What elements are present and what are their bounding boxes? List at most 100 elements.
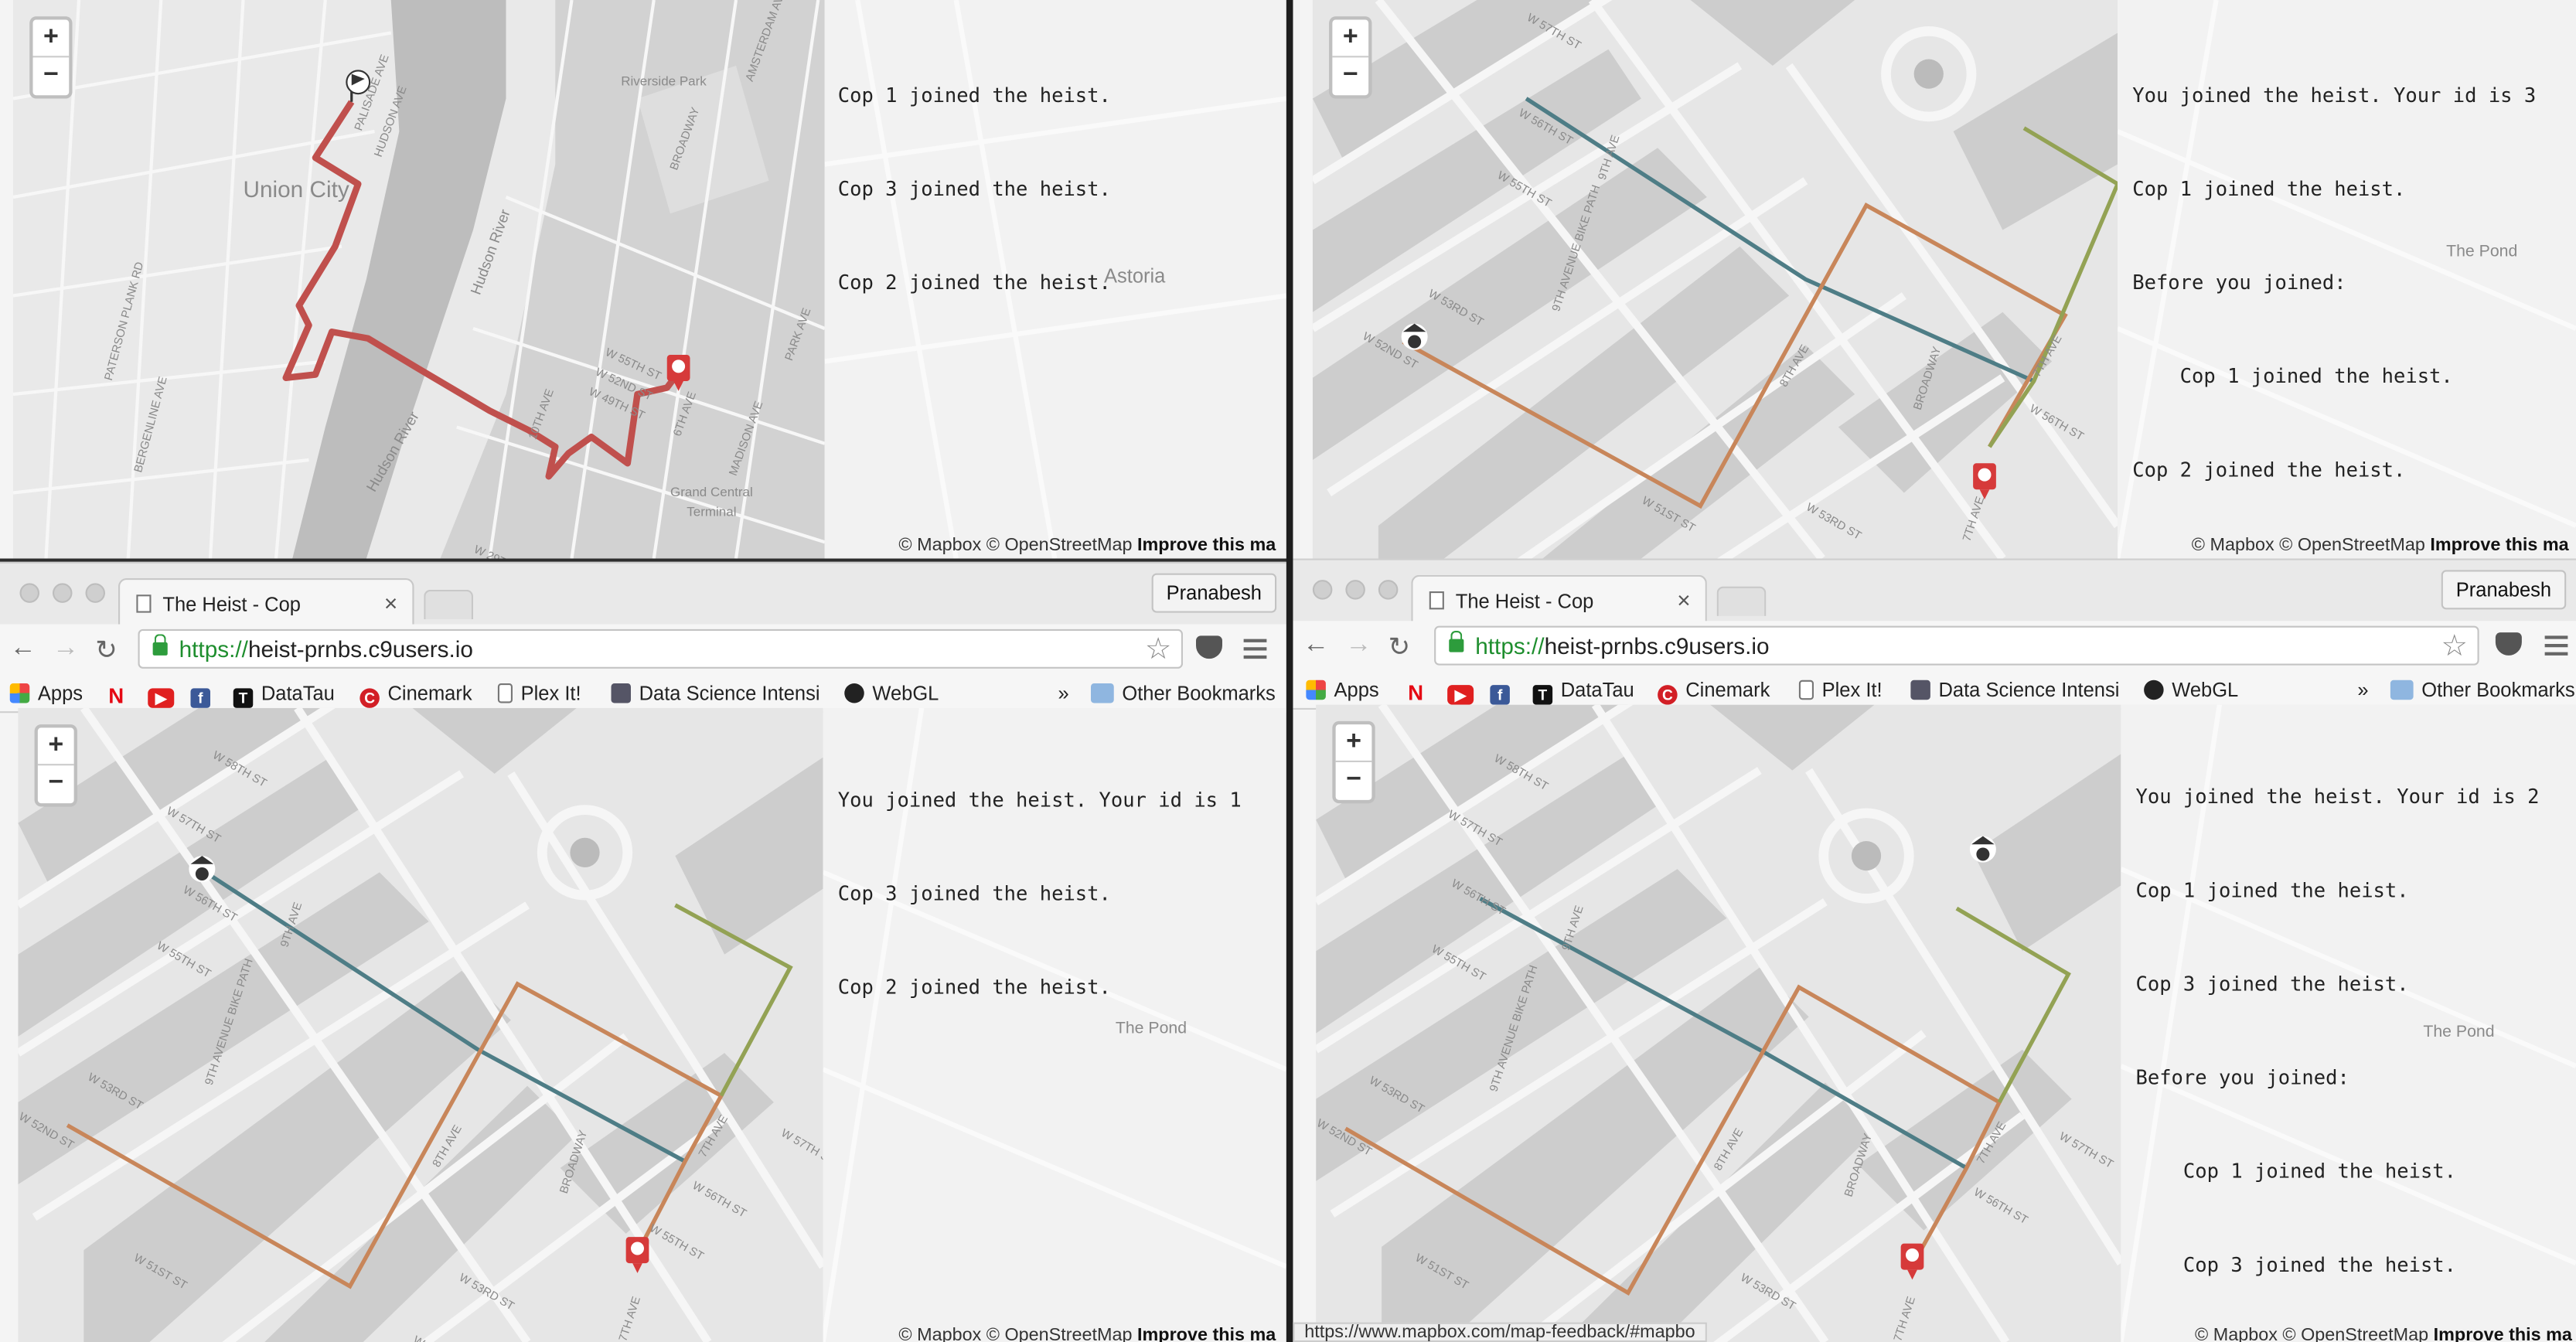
back-arrow-icon[interactable]: ← [1303,631,1329,660]
bookmark-facebook[interactable]: f [190,682,219,708]
forward-arrow-icon[interactable]: → [1345,631,1371,660]
cop-marker-icon [1401,323,1428,350]
log-line: Cop 2 joined the heist. [837,976,1111,999]
mapbox-attribution-link[interactable]: © Mapbox [2195,1326,2278,1342]
map-detail[interactable]: W 57TH ST W 56TH ST W 55TH ST W 53RD ST … [1312,0,2118,559]
bookmarks-overflow[interactable]: » [1058,682,1069,705]
address-bar[interactable]: https://heist-prnbs.c9users.io ☆ [1434,625,2479,666]
toolbar: ← → ↻ https://heist-prnbs.c9users.io ☆ [1293,621,2576,670]
bookmark-star-icon[interactable]: ☆ [1145,632,1171,667]
new-tab-button[interactable] [1716,586,1767,616]
osm-attribution-link[interactable]: © OpenStreetMap [986,536,1133,556]
map-overview[interactable]: Union City Hudson River Hudson River Riv… [13,0,825,559]
forward-arrow-icon[interactable]: → [53,634,79,663]
improve-map-link[interactable]: Improve this ma [1137,536,1276,556]
log-line: Cop 1 joined the heist. [2135,1160,2457,1183]
robber-marker-icon [625,1237,649,1273]
zoom-control: + − [1329,16,1372,99]
back-arrow-icon[interactable]: ← [10,634,36,663]
zoom-in-button[interactable]: + [1332,20,1369,58]
zoom-out-button[interactable]: − [1336,762,1372,800]
bookmark-plex[interactable]: Plex It! [1798,679,1883,701]
zoom-window-button[interactable] [85,583,105,603]
zoom-in-button[interactable]: + [37,727,74,766]
close-window-button[interactable] [19,583,39,603]
cop-marker-icon [189,856,216,883]
tab-the-heist[interactable]: The Heist - Cop × [1411,574,1707,623]
reload-icon[interactable]: ↻ [95,634,117,667]
bookmark-netflix[interactable]: N [1408,679,1429,703]
osm-attribution-link[interactable]: © OpenStreetMap [2282,1326,2428,1342]
improve-map-link[interactable]: Improve this ma [2434,1326,2572,1342]
zoom-window-button[interactable] [1378,580,1399,600]
svg-text:Astoria: Astoria [1104,266,1166,288]
minimize-window-button[interactable] [1345,580,1365,600]
mapbox-attribution-link[interactable]: © Mapbox [898,1326,981,1342]
datatau-icon: T [1532,685,1553,705]
svg-text:W 56TH ST: W 56TH ST [690,1180,748,1221]
menu-icon[interactable] [1243,639,1267,659]
bookmark-data-science[interactable]: Data Science Intensi [1910,679,2119,701]
profile-button[interactable]: Pranabesh [2441,570,2567,610]
lock-icon [1449,631,1464,652]
close-window-button[interactable] [1312,580,1333,600]
bookmark-plex[interactable]: Plex It! [497,682,581,705]
map-detail[interactable]: W 58TH ST W 57TH ST W 56TH ST W 55TH ST … [1316,704,2121,1342]
close-tab-icon[interactable]: × [384,590,397,616]
menu-icon[interactable] [2544,635,2568,656]
bookmark-star-icon[interactable]: ☆ [2441,629,2467,664]
bookmark-facebook[interactable]: f [1490,679,1518,705]
mapbox-attribution-link[interactable]: © Mapbox [2192,536,2274,556]
bookmark-data-science[interactable]: Data Science Intensi [611,682,820,705]
bookmark-youtube[interactable]: ▶ [148,682,182,708]
pocket-icon[interactable] [1196,635,1222,659]
map-overview-graphic: Union City Hudson River Hudson River Riv… [13,0,825,559]
bookmark-apps[interactable]: Apps [9,682,83,705]
svg-text:Grand Central: Grand Central [670,485,753,499]
reload-icon[interactable]: ↻ [1389,631,1410,664]
bookmark-other[interactable]: Other Bookmarks [1091,682,1276,705]
bookmark-apps[interactable]: Apps [1306,679,1379,701]
svg-text:W 56TH ST: W 56TH ST [1971,1186,2029,1227]
zoom-out-button[interactable]: − [1332,57,1368,95]
zoom-out-button[interactable]: − [38,765,74,803]
zoom-in-button[interactable]: + [32,20,70,58]
bookmark-webgl[interactable]: WebGL [844,682,939,705]
close-tab-icon[interactable]: × [1677,587,1690,613]
svg-text:W 57TH ST: W 57TH ST [2057,1130,2115,1171]
bookmark-webgl[interactable]: WebGL [2144,679,2238,701]
log-line: You joined the heist. Your id is 3 [2132,83,2537,107]
bookmark-cinemark[interactable]: C Cinemark [359,682,472,708]
bookmark-netflix[interactable]: N [108,682,130,707]
mapbox-attribution-link[interactable]: © Mapbox [898,536,981,556]
zoom-out-button[interactable]: − [33,57,70,95]
github-icon [2144,680,2164,700]
tab-title: The Heist - Cop [1455,589,1594,613]
bookmark-youtube[interactable]: ▶ [1447,679,1482,705]
bookmark-datatau[interactable]: T DataTau [1532,679,1634,705]
data-science-icon [1910,680,1930,700]
document-icon [497,683,513,703]
map-detail[interactable]: W 58TH ST W 57TH ST W 56TH ST W 55TH ST … [18,707,823,1342]
tab-title: The Heist - Cop [162,593,301,616]
zoom-in-button[interactable]: + [1335,724,1372,762]
profile-button[interactable]: Pranabesh [1151,573,1277,613]
bookmarks-bar: Apps N ▶ f T DataTau C Cinemark Plex It! D… [1293,670,2576,710]
robber-marker-icon [1973,463,1996,499]
address-bar[interactable]: https://heist-prnbs.c9users.io ☆ [138,628,1183,669]
bookmark-cinemark[interactable]: C Cinemark [1658,679,1770,705]
svg-text:W 57TH ST: W 57TH ST [779,1127,823,1168]
robber-marker-icon [1900,1243,1924,1280]
minimize-window-button[interactable] [53,583,73,603]
osm-attribution-link[interactable]: © OpenStreetMap [2279,536,2425,556]
bookmark-other[interactable]: Other Bookmarks [2390,679,2575,701]
bookmark-datatau[interactable]: T DataTau [233,682,335,708]
new-tab-button[interactable] [424,589,473,620]
tab-the-heist[interactable]: The Heist - Cop × [118,578,414,626]
bookmarks-bar: Apps N ▶ f T DataTau C Cinemark Plex It! D… [0,673,1286,714]
bookmarks-overflow[interactable]: » [2357,679,2368,702]
pocket-icon[interactable] [2495,632,2522,656]
improve-map-link[interactable]: Improve this ma [1137,1326,1276,1342]
osm-attribution-link[interactable]: © OpenStreetMap [986,1326,1133,1342]
improve-map-link[interactable]: Improve this ma [2430,536,2568,556]
